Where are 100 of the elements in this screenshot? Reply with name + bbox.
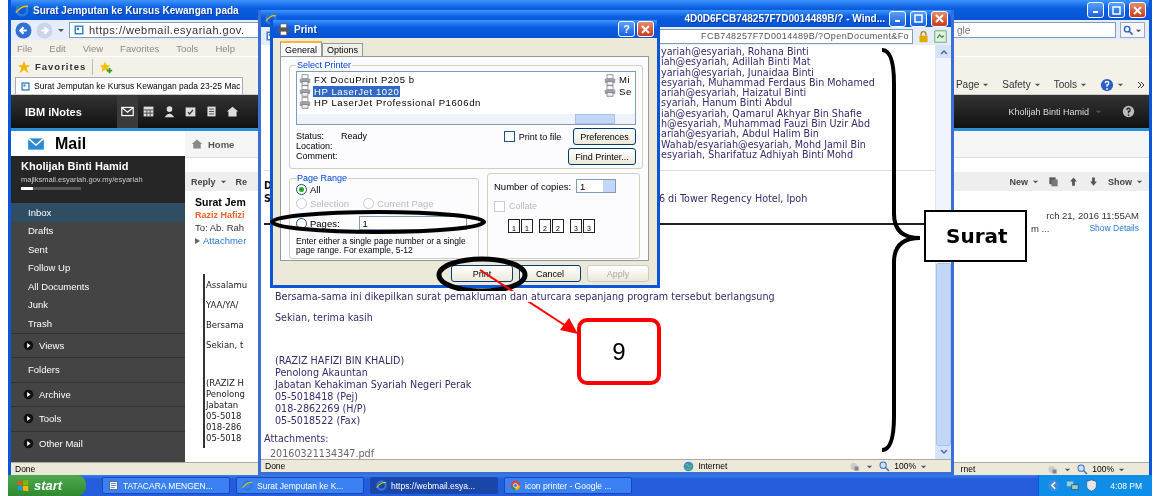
down-arrow-icon[interactable] (1088, 176, 1099, 187)
printer-item[interactable]: HP LaserJet Professional P1606dn (313, 97, 482, 109)
copy-icon[interactable] (1048, 176, 1059, 187)
printer-list[interactable]: FX DocuPrint P205 b HP LaserJet 1020 HP LaserJet Professional P1606dn Mi Se (296, 71, 636, 125)
dialog-tab[interactable]: General (280, 41, 323, 56)
recipient-line: esyariah, Muhammad Ferdaus Bin Mohamed (661, 77, 875, 89)
nav-item[interactable]: Junk (11, 295, 185, 314)
nav-item[interactable]: Sent (11, 240, 185, 259)
help-icon[interactable] (1122, 105, 1135, 118)
pages-field[interactable]: 1 (358, 216, 467, 230)
caret-icon[interactable] (57, 26, 65, 34)
recipient-line: iah@esyariah, Qamarul Akhyar Bin Shafie (661, 108, 862, 120)
toolbar-button[interactable]: Show (1108, 176, 1143, 187)
help-button[interactable] (1100, 77, 1124, 92)
printer-icon (604, 85, 616, 98)
command-menu[interactable]: Safety (1002, 79, 1041, 90)
back-icon[interactable] (15, 21, 32, 39)
person-icon (163, 105, 176, 118)
browser-logo-icon (265, 12, 277, 25)
zoom-control[interactable]: 100% (879, 460, 927, 472)
scroll-up-icon[interactable] (939, 48, 948, 55)
dialog-button[interactable]: Cancel (519, 265, 581, 282)
show-details-link[interactable]: Show Details (1089, 223, 1139, 234)
minimize-button[interactable] (1087, 2, 1104, 18)
chevron-left-icon[interactable] (1047, 479, 1061, 492)
taskbar-button[interactable]: https://webmail.esya... (370, 477, 498, 494)
printer-item[interactable]: FX DocuPrint P205 b (313, 74, 416, 86)
checklist-icon (184, 105, 197, 118)
taskbar-button[interactable]: icon printer - Google ... (504, 477, 632, 494)
checkbox-label: Print to file (518, 131, 562, 142)
page-chart-icon[interactable] (934, 29, 947, 43)
toolbar-button[interactable]: Re (235, 176, 248, 187)
network-icon[interactable] (1066, 479, 1080, 492)
nav-item[interactable]: All Documents (11, 277, 185, 296)
message-date: rch 21, 2016 11:55AM (1046, 210, 1139, 221)
mail-tab[interactable] (117, 95, 138, 128)
caret-icon (1095, 108, 1102, 115)
caret-icon (1080, 81, 1087, 88)
radio-label: Pages: (310, 217, 340, 229)
toolbar-button[interactable]: Reply (191, 176, 227, 187)
user-name: Kholijah Binti Hamid (21, 160, 130, 172)
nav-item[interactable]: Other Mail (11, 430, 185, 455)
close-button[interactable] (931, 10, 948, 27)
recipient-line: Wahab/esyariah@esyariah, Mohd Jamil Bin (661, 139, 866, 150)
radio-button[interactable] (296, 184, 307, 195)
radio-button[interactable] (296, 217, 307, 229)
attachments-toggle[interactable]: Attachmer (195, 235, 247, 246)
attachment-link[interactable]: 20160321134347.pdf (270, 448, 375, 459)
browser-tab[interactable]: Surat Jemputan ke Kursus Kewangan pada 23-25 Mac (15, 77, 243, 94)
copies-spinner[interactable]: 1 (576, 179, 617, 193)
close-button[interactable] (637, 21, 654, 37)
close-button[interactable] (1129, 2, 1146, 18)
preferences-button[interactable]: Preferences (573, 128, 636, 145)
search-button[interactable] (1120, 22, 1145, 38)
nav-item[interactable]: Trash (11, 314, 185, 333)
status-value: Ready (341, 131, 368, 141)
horizontal-scrollbar[interactable] (297, 114, 635, 124)
signature-line: 018-286 (206, 422, 242, 433)
up-arrow-icon[interactable] (1068, 176, 1079, 187)
expand-icon (195, 237, 200, 244)
command-menu[interactable]: Page (955, 79, 990, 90)
printer-item[interactable]: Se (618, 85, 633, 97)
zoom-control[interactable]: 100% (1077, 463, 1125, 475)
printer-icon (299, 73, 311, 86)
zoom-icon (879, 460, 891, 472)
caret-icon (982, 81, 990, 88)
scroll-down-icon[interactable] (939, 449, 948, 456)
printer-item[interactable]: HP LaserJet 1020 (313, 85, 401, 97)
nav-item[interactable]: Follow Up (11, 258, 185, 277)
add-favorite-icon[interactable] (99, 59, 114, 74)
toolbar-button[interactable]: New (1009, 176, 1039, 187)
nav-item[interactable]: Inbox (11, 203, 185, 222)
dialog-tab[interactable]: Options (322, 43, 364, 56)
taskbar-button[interactable]: TATACARA MENGEN... (102, 477, 230, 494)
minimize-button[interactable] (889, 10, 906, 27)
chevron-icon[interactable] (1137, 80, 1145, 89)
nav-item[interactable]: Drafts (11, 221, 185, 240)
nav-item[interactable]: Views (11, 332, 185, 357)
nav-item[interactable]: Tools (11, 406, 185, 431)
command-menu[interactable]: Tools (1053, 79, 1087, 90)
zoom-icon (1077, 463, 1089, 475)
taskbar-button[interactable]: Surat Jemputan ke K... (236, 477, 364, 494)
nav-item[interactable]: Archive (11, 381, 185, 406)
printer-item[interactable]: Mi (618, 74, 632, 86)
search-field[interactable]: gle (952, 22, 1116, 38)
user-menu[interactable]: Kholijah Binti Hamid (1008, 106, 1122, 117)
start-button[interactable]: start (8, 475, 86, 496)
home-link[interactable]: Home (208, 138, 235, 150)
help-button[interactable]: ? (618, 21, 635, 37)
maximize-icon (1112, 5, 1121, 15)
signature-line: Jabatan Kehakiman Syariah Negeri Perak (275, 379, 472, 391)
favorites-button[interactable]: Favorites (17, 59, 87, 74)
maximize-button[interactable] (1108, 2, 1125, 18)
shield-icon[interactable] (1085, 479, 1099, 492)
find-printer-button[interactable]: Find Printer... (568, 148, 636, 165)
zone-text: Internet (683, 460, 728, 472)
maximize-button[interactable] (910, 10, 927, 27)
checkbox[interactable] (503, 131, 515, 142)
radio-label: All (310, 184, 321, 195)
signature-line: 018-2862269 (H/P) (275, 403, 367, 415)
